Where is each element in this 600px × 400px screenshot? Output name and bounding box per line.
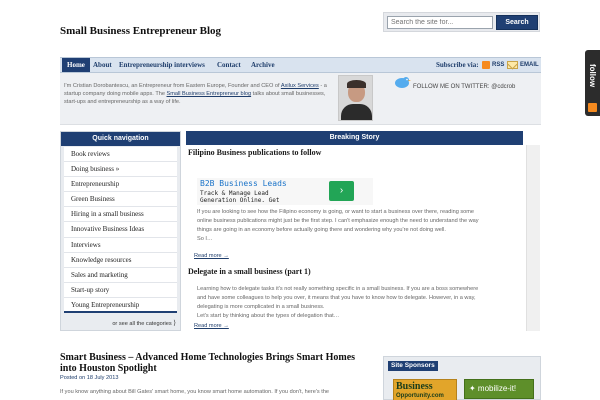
about-box: I'm Cristian Dorobantescu, an Entreprene… bbox=[60, 73, 541, 125]
category-knowledge-resources[interactable]: Knowledge resources bbox=[64, 253, 177, 268]
post-date: Posted on 18 July 2013 bbox=[60, 375, 119, 381]
subscribe-label: Subscribe via: bbox=[436, 61, 479, 69]
search-form: Search bbox=[383, 12, 540, 32]
see-all-label: or see all the categories bbox=[112, 321, 172, 327]
sponsor-business-opportunity[interactable]: Business Opportunity.com bbox=[393, 379, 457, 400]
post-excerpt: If you know anything about Bill Gates' s… bbox=[60, 389, 330, 395]
nav-interviews[interactable]: Entrepreneurship interviews bbox=[114, 58, 210, 72]
ad-banner[interactable]: B2B Business Leads Track & Manage Lead G… bbox=[197, 178, 373, 205]
breaking-story: Breaking Story Filipino Business publica… bbox=[186, 131, 541, 331]
category-hiring[interactable]: Hiring in a small business bbox=[64, 207, 177, 223]
story-title[interactable]: Filipino Business publications to follow bbox=[188, 148, 321, 157]
quick-nav-header: Quick navigation bbox=[61, 132, 180, 146]
axilux-link[interactable]: Axilux Services bbox=[281, 83, 319, 89]
ad-title[interactable]: B2B Business Leads bbox=[200, 179, 287, 188]
story-excerpt: Learning how to delegate tasks it's not … bbox=[197, 285, 522, 321]
excerpt-line: Learning how to delegate tasks it's not … bbox=[197, 286, 479, 292]
category-doing-business[interactable]: Doing business » bbox=[64, 162, 177, 178]
excerpt-line: online business publications might just … bbox=[197, 218, 479, 224]
sponsors-header: Site Sponsors bbox=[388, 361, 438, 371]
read-more-link[interactable]: Read more → bbox=[194, 253, 229, 259]
post-title[interactable]: Smart Business – Advanced Home Technolog… bbox=[60, 352, 370, 374]
excerpt-line: delegating is more complicated in a smal… bbox=[197, 304, 325, 310]
nav-contact[interactable]: Contact bbox=[212, 58, 246, 72]
ad-open-button[interactable]: › bbox=[329, 181, 354, 201]
search-input[interactable] bbox=[387, 16, 493, 29]
nav-about[interactable]: About bbox=[88, 58, 117, 72]
category-entrepreneurship[interactable]: Entrepreneurship bbox=[64, 177, 177, 193]
category-book-reviews[interactable]: Book reviews bbox=[64, 147, 177, 163]
twitter-bird-icon[interactable] bbox=[393, 75, 411, 89]
story-excerpt: If you are looking to see how the Filipi… bbox=[197, 208, 522, 244]
sponsor-mobilize-it[interactable]: ✦ mobilize-it! bbox=[464, 379, 534, 399]
nav-archive[interactable]: Archive bbox=[246, 58, 280, 72]
nav-home[interactable]: Home bbox=[62, 58, 90, 72]
main-nav: Home About Entrepreneurship interviews C… bbox=[60, 57, 541, 73]
follow-label: follow bbox=[588, 64, 597, 88]
ad-line: Generation Online. Get bbox=[200, 197, 280, 204]
about-text-intro: I'm Cristian Dorobantescu, an Entreprene… bbox=[64, 83, 281, 89]
see-all-categories-link[interactable]: or see all the categories ⟩ bbox=[112, 319, 176, 327]
story-scrollbar[interactable] bbox=[526, 145, 540, 331]
story-title[interactable]: Delegate in a small business (part 1) bbox=[188, 267, 311, 276]
quick-navigation: Quick navigation Book reviews Doing busi… bbox=[60, 131, 181, 331]
breaking-story-header: Breaking Story bbox=[186, 131, 523, 145]
twitter-follow-link[interactable]: FOLLOW ME ON TWITTER: @cdcrob bbox=[413, 84, 515, 90]
site-sponsors: Site Sponsors Business Opportunity.com ✦… bbox=[383, 356, 541, 400]
search-button[interactable]: Search bbox=[496, 15, 538, 30]
excerpt-line: Let's start by thinking about the types … bbox=[197, 313, 340, 319]
rss-icon[interactable] bbox=[588, 103, 597, 112]
site-title[interactable]: Small Business Entrepreneur Blog bbox=[60, 25, 221, 37]
about-text: I'm Cristian Dorobantescu, an Entreprene… bbox=[64, 82, 334, 106]
category-innovative-ideas[interactable]: Innovative Business Ideas bbox=[64, 222, 177, 238]
email-icon[interactable] bbox=[507, 61, 518, 69]
excerpt-line: So I… bbox=[197, 236, 213, 242]
excerpt-line: things are going in an economy before ac… bbox=[197, 227, 446, 233]
ad-line: Track & Manage Lead bbox=[200, 190, 269, 197]
excerpt-line: If you are looking to see how the Filipi… bbox=[197, 209, 475, 215]
email-link[interactable]: EMAIL bbox=[520, 58, 539, 72]
category-list: Book reviews Doing business » Entreprene… bbox=[64, 147, 177, 314]
category-sales-marketing[interactable]: Sales and marketing bbox=[64, 268, 177, 283]
rss-icon[interactable] bbox=[482, 61, 490, 69]
category-interviews[interactable]: Interviews bbox=[64, 238, 177, 253]
author-avatar bbox=[338, 75, 373, 121]
blog-link[interactable]: Small Business Entrepreneur blog bbox=[167, 91, 252, 97]
excerpt-line: and have some colleagues to help you ove… bbox=[197, 295, 476, 301]
read-more-link[interactable]: Read more → bbox=[194, 323, 229, 329]
arrow-right-icon: ⟩ bbox=[173, 320, 176, 327]
sponsor-logo-text: Business bbox=[396, 381, 433, 392]
rss-link[interactable]: RSS bbox=[492, 58, 504, 72]
category-green-business[interactable]: Green Business bbox=[64, 192, 177, 208]
follow-side-tab[interactable]: follow bbox=[585, 50, 600, 116]
category-startup-story[interactable]: Start-up story bbox=[64, 283, 177, 298]
category-young-entrepreneurship[interactable]: Young Entrepreneurship bbox=[64, 298, 177, 314]
sponsor-logo-text: Opportunity.com bbox=[396, 393, 444, 399]
